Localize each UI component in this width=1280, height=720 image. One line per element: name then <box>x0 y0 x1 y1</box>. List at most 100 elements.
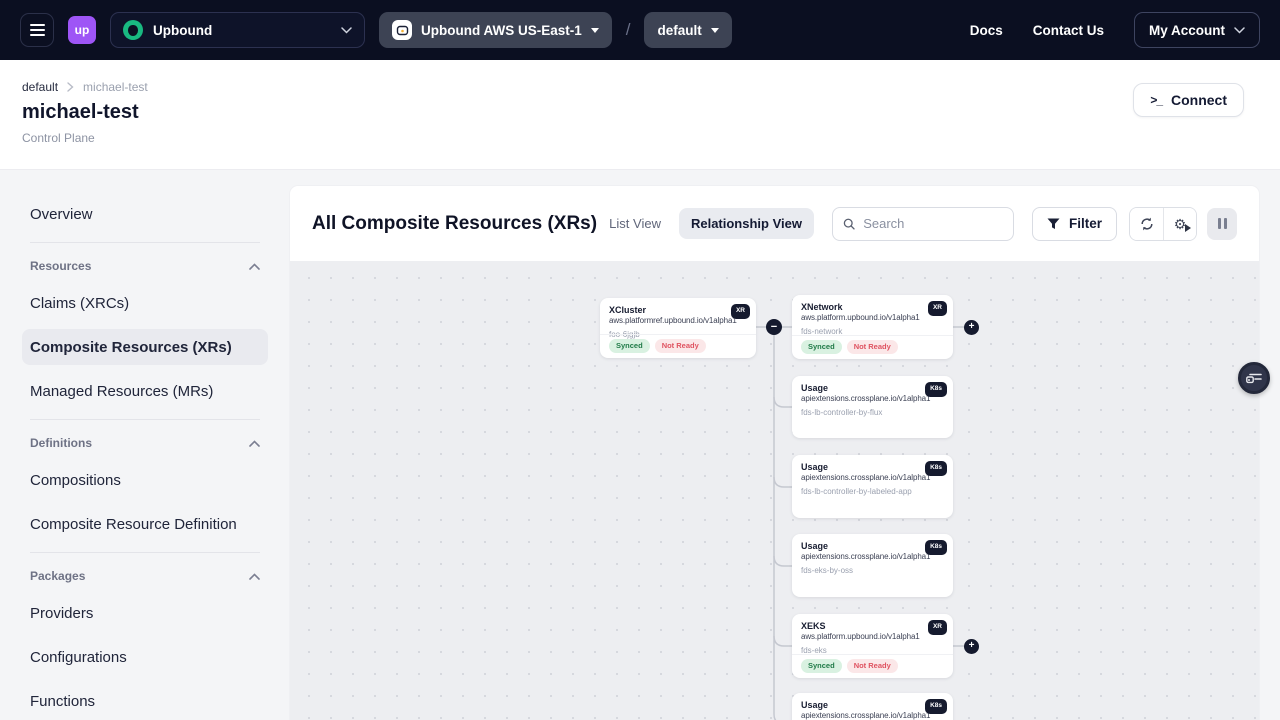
sidebar: Overview Resources Claims (XRCs) Composite… <box>0 170 290 720</box>
node-type-badge: XR <box>928 620 947 635</box>
details-drawer-toggle[interactable] <box>1238 362 1270 394</box>
node-type-badge: K8s <box>925 540 947 555</box>
resource-node-usage[interactable]: Usage apiextensions.crossplane.io/v1alph… <box>792 693 953 720</box>
node-kind: Usage <box>801 462 944 473</box>
breadcrumb-parent[interactable]: default <box>22 80 58 94</box>
refresh-controls: ⚙ <box>1129 207 1197 241</box>
status-badge-synced: Synced <box>801 659 842 673</box>
refresh-icon <box>1139 216 1155 232</box>
node-kind: Usage <box>801 700 944 711</box>
connect-button[interactable]: >_ Connect <box>1133 83 1244 117</box>
sidebar-item-functions[interactable]: Functions <box>22 683 268 719</box>
sidebar-section-definitions[interactable]: Definitions <box>22 436 268 450</box>
space-select-label: Upbound AWS US-East-1 <box>421 23 582 38</box>
chevron-up-icon <box>249 573 260 580</box>
node-api-version: apiextensions.crossplane.io/v1alpha1 <box>801 711 944 720</box>
node-resource-name: fds-lb-controller-by-labeled-app <box>801 487 944 496</box>
sidebar-item-compositions[interactable]: Compositions <box>22 462 268 498</box>
group-select[interactable]: default <box>644 12 731 48</box>
node-status-row: Synced Not Ready <box>792 654 953 678</box>
list-view-tab[interactable]: List View <box>597 208 673 239</box>
hamburger-menu-button[interactable] <box>20 13 54 47</box>
contact-us-link[interactable]: Contact Us <box>1033 23 1104 38</box>
organization-select-label: Upbound <box>153 23 212 38</box>
expand-node-button[interactable]: + <box>964 639 979 654</box>
resource-node-usage-fds-eks-by-oss[interactable]: Usage apiextensions.crossplane.io/v1alph… <box>792 534 953 597</box>
connect-button-label: Connect <box>1171 92 1227 108</box>
status-badge-not-ready: Not Ready <box>847 659 898 673</box>
node-type-badge: XR <box>731 304 750 319</box>
status-badge-not-ready: Not Ready <box>847 340 898 354</box>
node-resource-name: fds-lb-controller-by-flux <box>801 408 944 417</box>
space-select[interactable]: Upbound AWS US-East-1 <box>379 12 612 48</box>
resource-node-usage-fds-lb-controller-by-labeled-app[interactable]: Usage apiextensions.crossplane.io/v1alph… <box>792 455 953 518</box>
page-header: default michael-test michael-test Contro… <box>0 60 1280 170</box>
caret-down-icon <box>711 28 719 33</box>
filter-button[interactable]: Filter <box>1032 207 1117 241</box>
node-api-version: apiextensions.crossplane.io/v1alpha1 <box>801 394 944 404</box>
node-kind: Usage <box>801 541 944 552</box>
sidebar-item-managed-resources-mrs[interactable]: Managed Resources (MRs) <box>22 373 268 409</box>
search-box[interactable] <box>832 207 1014 241</box>
resource-node-xeks-fds-eks[interactable]: XEKS aws.platform.upbound.io/v1alpha1 fd… <box>792 614 953 678</box>
status-badge-not-ready: Not Ready <box>655 339 706 353</box>
sidebar-item-claims-xrcs[interactable]: Claims (XRCs) <box>22 285 268 321</box>
sidebar-item-overview[interactable]: Overview <box>22 196 268 232</box>
group-select-label: default <box>657 23 701 38</box>
chevron-up-icon <box>249 263 260 270</box>
my-account-button[interactable]: My Account <box>1134 12 1260 48</box>
sidebar-divider <box>30 552 260 553</box>
node-kind: Usage <box>801 383 944 394</box>
node-type-badge: K8s <box>925 382 947 397</box>
organization-select[interactable]: Upbound <box>110 12 365 48</box>
org-avatar-icon <box>123 20 143 40</box>
resources-toolbar: All Composite Resources (XRs) List View … <box>290 186 1259 261</box>
relationship-view-tab[interactable]: Relationship View <box>679 208 814 239</box>
chevron-up-icon <box>249 440 260 447</box>
sidebar-section-packages[interactable]: Packages <box>22 569 268 583</box>
node-status-row: Synced Not Ready <box>600 334 756 358</box>
collapse-node-button[interactable]: − <box>766 319 782 335</box>
sidebar-item-providers[interactable]: Providers <box>22 595 268 631</box>
status-badge-synced: Synced <box>801 340 842 354</box>
my-account-label: My Account <box>1149 23 1225 38</box>
chevron-down-icon <box>341 27 352 34</box>
path-separator: / <box>626 20 631 40</box>
refresh-button[interactable] <box>1130 208 1163 240</box>
main-panel: All Composite Resources (XRs) List View … <box>290 186 1259 720</box>
page-title: michael-test <box>22 101 1244 124</box>
resource-node-xcluster-foo-6jgjb[interactable]: XCluster aws.platformref.upbound.io/v1al… <box>600 298 756 358</box>
search-icon <box>843 217 855 231</box>
node-type-badge: K8s <box>925 699 947 714</box>
terminal-icon: >_ <box>1150 93 1162 107</box>
pause-icon <box>1218 218 1221 229</box>
sidebar-item-composite-resource-definition[interactable]: Composite Resource Definition <box>22 506 268 542</box>
caret-down-icon <box>591 28 599 33</box>
sidebar-item-composite-resources-xrs[interactable]: Composite Resources (XRs) <box>22 329 268 365</box>
chevron-right-icon <box>67 82 74 92</box>
relationship-graph-canvas[interactable]: − XCluster aws.platformref.upbound.io/v1… <box>290 261 1259 720</box>
node-type-badge: XR <box>928 301 947 316</box>
sidebar-divider <box>30 419 260 420</box>
pause-button[interactable] <box>1207 208 1237 240</box>
page-subtitle: Control Plane <box>22 131 1244 145</box>
docs-link[interactable]: Docs <box>970 23 1003 38</box>
sidebar-divider <box>30 242 260 243</box>
node-api-version: apiextensions.crossplane.io/v1alpha1 <box>801 473 944 483</box>
node-api-version: aws.platform.upbound.io/v1alpha1 <box>801 632 944 642</box>
expand-node-button[interactable]: + <box>964 320 979 335</box>
view-toggle: List View Relationship View <box>597 208 814 239</box>
sidebar-section-resources[interactable]: Resources <box>22 259 268 273</box>
hamburger-icon <box>30 24 45 26</box>
node-kind: XNetwork <box>801 302 944 313</box>
breadcrumb-current: michael-test <box>83 80 148 94</box>
filter-funnel-icon <box>1047 218 1060 230</box>
sidebar-item-configurations[interactable]: Configurations <box>22 639 268 675</box>
legend-icon <box>1246 372 1262 385</box>
node-api-version: aws.platform.upbound.io/v1alpha1 <box>801 313 944 323</box>
status-badge-synced: Synced <box>609 339 650 353</box>
auto-refresh-settings-button[interactable]: ⚙ <box>1163 208 1196 240</box>
resource-node-xnetwork-fds-network[interactable]: XNetwork aws.platform.upbound.io/v1alpha… <box>792 295 953 359</box>
resource-node-usage-fds-lb-controller-by-flux[interactable]: Usage apiextensions.crossplane.io/v1alph… <box>792 376 953 438</box>
search-input[interactable] <box>863 216 1003 231</box>
